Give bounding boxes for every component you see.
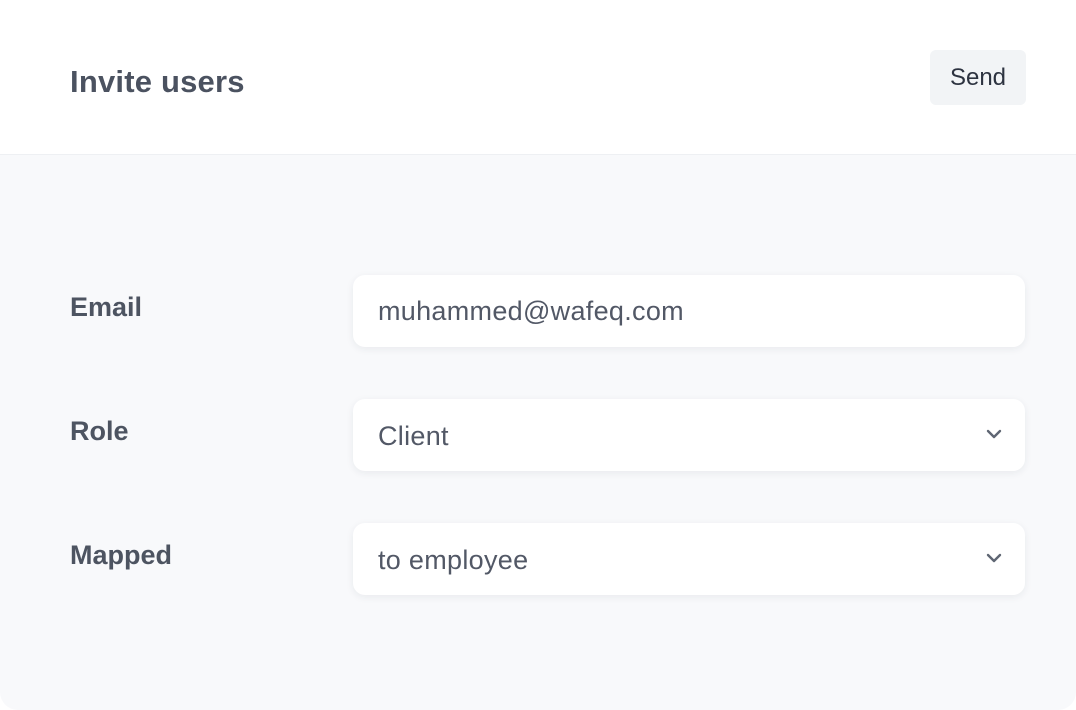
email-field-container (353, 275, 1025, 347)
mapped-select[interactable]: to employee (353, 523, 1025, 595)
role-label: Role (70, 416, 129, 446)
chevron-down-icon (986, 553, 1002, 563)
email-field[interactable] (353, 275, 1025, 347)
mapped-label: Mapped (70, 540, 173, 570)
role-select[interactable]: Client (353, 399, 1025, 471)
chevron-down-icon (986, 429, 1002, 439)
page-title: Invite users (70, 64, 245, 99)
card-header: Invite users Send (0, 0, 1076, 155)
mapped-select-value: to employee (378, 545, 529, 575)
email-label: Email (70, 292, 143, 322)
invite-users-card: Invite users Send Email Role Client Mapp… (0, 0, 1076, 710)
invite-form: Email Role Client Mapped to employee (0, 155, 1076, 710)
send-button[interactable]: Send (930, 50, 1026, 105)
role-select-value: Client (378, 421, 449, 451)
